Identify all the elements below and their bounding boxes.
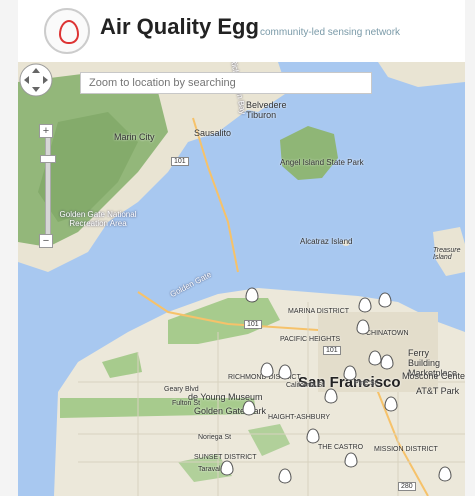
egg-marker-icon[interactable] [278, 468, 292, 484]
route-101-shield: 101 [323, 346, 341, 355]
egg-marker-icon[interactable] [378, 292, 392, 308]
pan-control-icon[interactable] [18, 62, 54, 98]
map-view[interactable]: Marin City Sausalito Belvedere Tiburon A… [18, 62, 465, 496]
label-chinatown: CHINATOWN [366, 330, 409, 337]
label-pacific-heights: PACIFIC HEIGHTS [280, 336, 341, 343]
zoom-slider-rail[interactable] [45, 124, 51, 244]
label-golden-gate-nra: Golden Gate National Recreation Area [59, 210, 137, 228]
egg-marker-icon[interactable] [438, 466, 452, 482]
egg-marker-icon[interactable] [260, 362, 274, 378]
label-marina: MARINA DISTRICT [288, 308, 350, 315]
route-101-shield: 101 [171, 157, 189, 166]
site-header: Air Quality Egg community-led sensing ne… [18, 0, 465, 63]
site-subtitle: community-led sensing network [260, 27, 401, 38]
route-280-shield: 280 [398, 482, 416, 491]
app-window: Air Quality Egg community-led sensing ne… [0, 0, 475, 496]
label-castro: THE CASTRO [318, 444, 364, 451]
egg-marker-icon[interactable] [343, 365, 357, 381]
label-noriega: Noriega St [198, 434, 232, 441]
right-frame [465, 0, 475, 496]
label-att-park: AT&T Park [416, 386, 460, 396]
egg-shape [59, 20, 79, 44]
location-search-input[interactable] [80, 72, 372, 94]
label-belvedere: Belvedere [246, 100, 287, 110]
route-101-shield: 101 [244, 320, 262, 329]
egg-marker-icon[interactable] [380, 354, 394, 370]
egg-marker-icon[interactable] [324, 388, 338, 404]
label-tiburon: Tiburon [246, 110, 277, 120]
egg-marker-icon[interactable] [358, 297, 372, 313]
left-frame [0, 0, 18, 496]
label-fulton-st: Fulton St [172, 400, 201, 407]
label-moscone: Moscone Center [402, 371, 465, 381]
label-sausalito: Sausalito [194, 128, 232, 138]
label-treasure-island: Treasure Island [433, 247, 461, 261]
label-california-st: California St [286, 382, 325, 389]
label-mission: MISSION DISTRICT [374, 446, 438, 453]
egg-marker-icon[interactable] [242, 400, 256, 416]
egg-marker-icon[interactable] [306, 428, 320, 444]
egg-marker-icon[interactable] [220, 460, 234, 476]
egg-marker-icon[interactable] [344, 452, 358, 468]
egg-marker-icon[interactable] [356, 319, 370, 335]
zoom-out-button[interactable]: − [39, 234, 53, 248]
label-pine-st: Pine St [354, 380, 377, 387]
zoom-slider-handle[interactable] [40, 155, 56, 163]
egg-marker-icon[interactable] [245, 287, 259, 303]
label-marin-city: Marin City [114, 132, 155, 142]
label-alcatraz: Alcatraz Island [300, 237, 353, 246]
label-haight: HAIGHT-ASHBURY [268, 414, 331, 421]
zoom-in-button[interactable]: + [39, 124, 53, 138]
egg-marker-icon[interactable] [278, 364, 292, 380]
map-canvas[interactable] [18, 62, 465, 496]
egg-logo-icon[interactable] [44, 8, 90, 54]
label-geary-blvd: Geary Blvd [164, 386, 199, 393]
site-title[interactable]: Air Quality Egg [100, 14, 259, 40]
label-angel-island: Angel Island State Park [280, 158, 364, 167]
egg-marker-icon[interactable] [384, 396, 398, 412]
